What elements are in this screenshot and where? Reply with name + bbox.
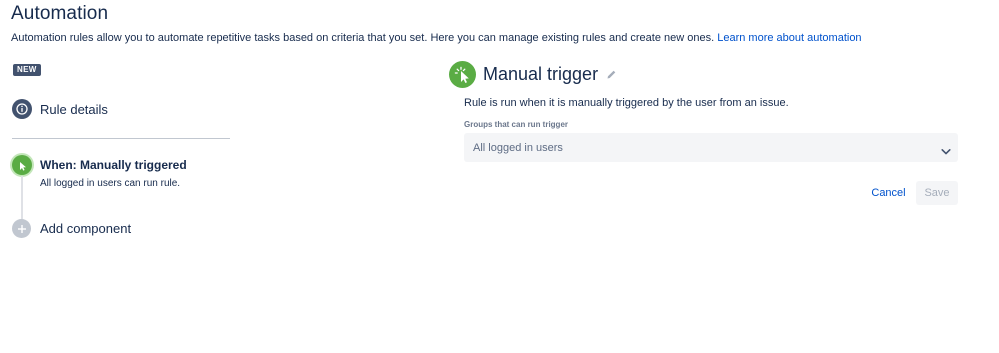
groups-field-label: Groups that can run trigger [464,120,569,129]
cancel-button[interactable]: Cancel [866,181,911,205]
groups-select[interactable]: All logged in users [464,133,958,162]
learn-more-link[interactable]: Learn more about automation [717,32,861,44]
cursor-click-icon [12,155,32,175]
panel-title: Manual trigger [483,64,599,84]
groups-select-value: All logged in users [473,142,563,154]
chevron-down-icon [941,143,951,161]
page-description: Automation rules allow you to automate r… [11,32,862,44]
panel-header: Manual trigger [449,61,617,88]
panel-description: Rule is run when it is manually triggere… [464,97,789,109]
page-description-text: Automation rules allow you to automate r… [11,32,715,44]
rule-details-step[interactable]: Rule details [12,99,108,119]
save-button[interactable]: Save [916,181,958,205]
step-connector [21,176,23,219]
trigger-step-subtitle: All logged in users can run rule. [40,178,181,189]
plus-icon [12,219,31,238]
rule-details-label: Rule details [40,101,108,117]
divider [12,138,230,139]
trigger-step-title: When: Manually triggered [40,158,187,172]
info-icon [12,99,32,119]
add-component-label: Add component [40,221,132,236]
cursor-click-icon [449,61,476,88]
new-badge: NEW [13,64,41,76]
page-title: Automation [11,3,109,24]
pencil-icon[interactable] [606,69,617,80]
add-component-step[interactable]: Add component [12,219,131,238]
